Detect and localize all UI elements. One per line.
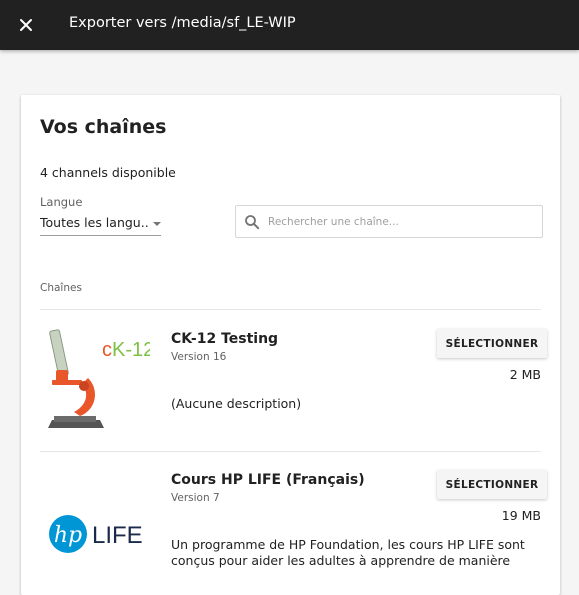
svg-text:LIFE: LIFE: [92, 522, 143, 549]
thumbnail-text: cK-12: [102, 339, 150, 361]
channel-thumbnail: hp LIFE: [40, 465, 150, 575]
language-selected-value: Toutes les langu...: [40, 215, 148, 230]
channels-card: Vos chaînes 4 channels disponible Langue…: [21, 95, 560, 595]
microscope-logo: cK-12: [48, 329, 154, 428]
language-select[interactable]: Toutes les langu...: [40, 214, 161, 236]
channel-name: CK-12 Testing: [171, 331, 279, 347]
app-bar: Exporter vers /media/sf_LE-WIP: [0, 0, 579, 50]
card-title: Vos chaînes: [40, 116, 167, 138]
select-channel-button[interactable]: SÉLECTIONNER: [437, 470, 547, 499]
channel-thumbnail: cK-12: [40, 324, 154, 434]
channel-version: Version 16: [171, 351, 227, 363]
channel-name: Cours HP LIFE (Français): [171, 472, 365, 488]
channel-row-hp-life: hp LIFE Cours HP LIFE (Français) Version…: [40, 451, 547, 591]
channel-description: (Aucune description): [171, 396, 302, 411]
page-title: Exporter vers /media/sf_LE-WIP: [69, 15, 296, 31]
close-icon: [20, 19, 32, 31]
channel-size: 2 MB: [509, 367, 541, 382]
close-button[interactable]: [14, 13, 38, 37]
hp-logo: hp LIFE: [49, 515, 143, 553]
select-channel-button[interactable]: SÉLECTIONNER: [437, 329, 547, 358]
channel-count: 4 channels disponible: [40, 165, 176, 180]
search-input[interactable]: [268, 212, 536, 232]
channel-row-ck12: cK-12 CK-12 Testing Version 16 SÉLECTION…: [40, 310, 547, 450]
section-label: Chaînes: [40, 282, 82, 294]
svg-text:hp: hp: [54, 523, 82, 548]
channel-description: Un programme de HP Foundation, les cours…: [171, 537, 525, 568]
search-box: [235, 205, 543, 238]
caret-down-icon: [153, 222, 161, 226]
channel-version: Version 7: [171, 492, 220, 504]
language-label: Langue: [40, 195, 83, 209]
search-icon: [245, 215, 260, 230]
channel-size: 19 MB: [501, 508, 541, 523]
